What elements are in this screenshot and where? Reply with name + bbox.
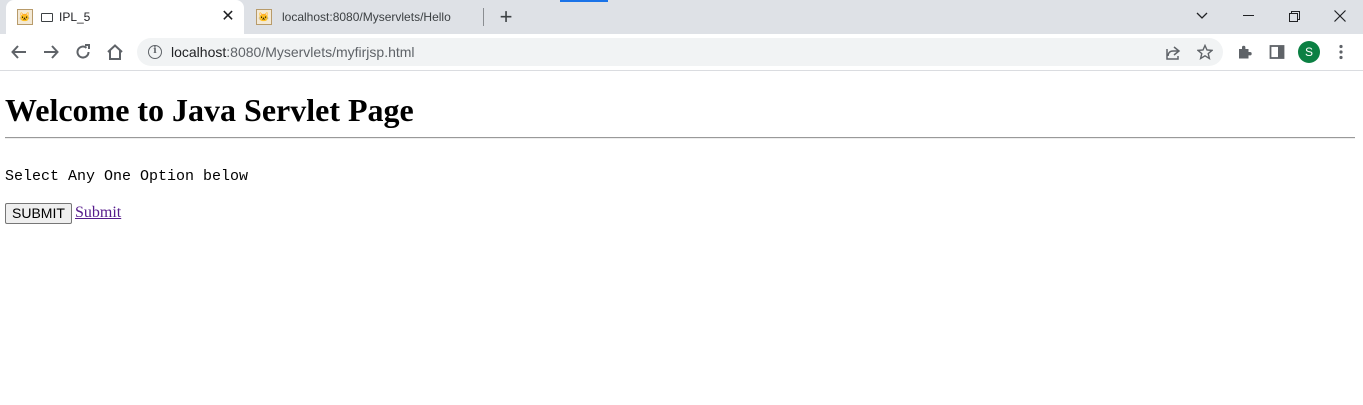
address-bar[interactable]: i localhost:8080/Myservlets/myfirjsp.htm…: [137, 38, 1223, 66]
tab-close-icon[interactable]: ✕: [220, 9, 236, 25]
tab-separator: [483, 8, 484, 26]
restore-button[interactable]: [1271, 0, 1317, 32]
forward-button[interactable]: [39, 40, 63, 64]
side-panel-icon: [1269, 45, 1285, 59]
tomcat-favicon-icon: 🐱: [17, 9, 33, 25]
home-button[interactable]: [103, 40, 127, 64]
info-icon[interactable]: i: [148, 45, 162, 59]
tomcat-favicon-icon: 🐱: [256, 9, 272, 25]
back-button[interactable]: [7, 40, 31, 64]
minimize-button[interactable]: [1225, 0, 1271, 32]
tab-ipl5[interactable]: 🐱 IPL_5 ✕: [6, 0, 244, 34]
minimize-icon: [1242, 15, 1254, 16]
accent-line: [560, 0, 608, 2]
page-title: Welcome to Java Servlet Page: [5, 92, 414, 128]
url-host: localhost: [171, 44, 227, 60]
profile-avatar[interactable]: S: [1298, 41, 1320, 63]
reload-icon: [76, 44, 90, 59]
star-icon: [1197, 44, 1213, 60]
restore-icon: [1288, 10, 1300, 22]
tab-search-button[interactable]: [1179, 0, 1225, 32]
menu-button[interactable]: [1329, 40, 1353, 64]
tab-title: localhost:8080/Myservlets/Hello: [282, 10, 451, 24]
new-tab-button[interactable]: +: [496, 6, 516, 28]
instruction-text: Select Any One Option below: [5, 168, 249, 185]
kebab-menu-icon: [1339, 44, 1343, 60]
browser-toolbar: i localhost:8080/Myservlets/myfirjsp.htm…: [0, 34, 1363, 71]
submit-button[interactable]: SUBMIT: [5, 203, 72, 224]
submit-link[interactable]: Submit: [75, 204, 121, 222]
reload-button[interactable]: [71, 40, 95, 64]
chevron-down-icon: [1196, 12, 1208, 19]
extensions-button[interactable]: [1233, 40, 1257, 64]
arrow-left-icon: [11, 45, 26, 59]
share-button[interactable]: [1163, 42, 1183, 62]
close-icon: [1334, 10, 1346, 22]
url-text[interactable]: localhost:8080/Myservlets/myfirjsp.html: [171, 44, 415, 60]
horizontal-rule: [5, 137, 1355, 139]
page-content: Welcome to Java Servlet Page Select Any …: [0, 71, 1363, 405]
side-panel-button[interactable]: [1265, 40, 1289, 64]
close-window-button[interactable]: [1317, 0, 1363, 32]
tab-strip: 🐱 IPL_5 ✕ 🐱 localhost:8080/Myservlets/He…: [0, 0, 1363, 34]
bookmark-button[interactable]: [1195, 42, 1215, 62]
arrow-right-icon: [44, 45, 59, 59]
tab-title: IPL_5: [59, 10, 91, 24]
tab-hello[interactable]: 🐱 localhost:8080/Myservlets/Hello: [246, 0, 484, 34]
puzzle-icon: [1239, 45, 1252, 59]
share-icon: [1166, 46, 1181, 60]
monitor-icon: [41, 12, 53, 22]
url-path: :8080/Myservlets/myfirjsp.html: [226, 44, 415, 60]
home-icon: [107, 44, 123, 60]
